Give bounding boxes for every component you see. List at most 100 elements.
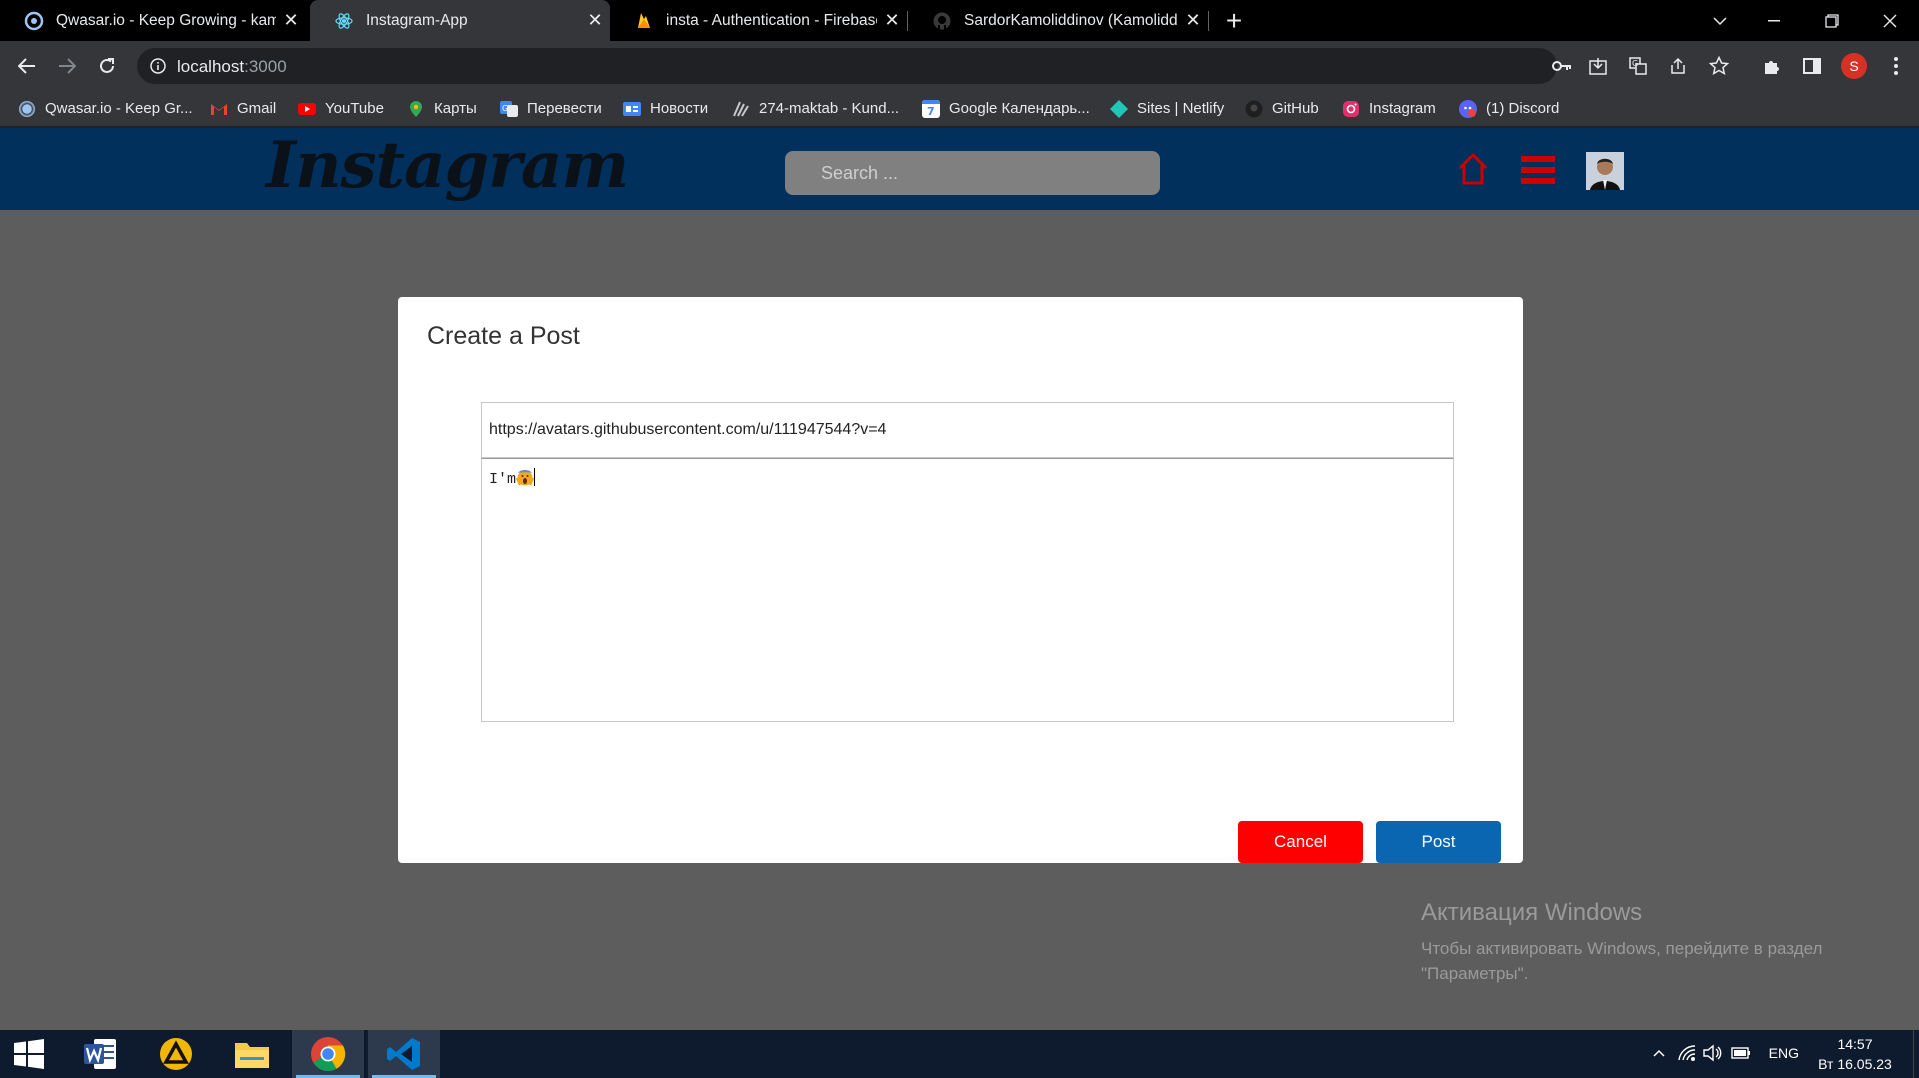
google-calendar-icon: 7 bbox=[922, 99, 940, 118]
install-app-icon[interactable] bbox=[1589, 57, 1607, 75]
text-caret bbox=[534, 468, 536, 486]
minimize-icon[interactable] bbox=[1745, 0, 1803, 41]
github-favicon-icon bbox=[933, 12, 951, 29]
tab-search-chevron-icon[interactable] bbox=[1691, 0, 1749, 41]
tab-github[interactable]: SardorKamoliddinov (Kamoliddin ✕ bbox=[908, 0, 1208, 41]
bookmark-qwasar[interactable]: Qwasar.io - Keep Gr... bbox=[18, 90, 193, 127]
profile-avatar[interactable]: S bbox=[1838, 50, 1870, 82]
svg-text:G: G bbox=[1632, 59, 1638, 68]
home-icon[interactable] bbox=[1456, 152, 1490, 186]
address-bar[interactable]: localhost:3000 G bbox=[137, 48, 1729, 84]
tab-firebase[interactable]: insta - Authentication - Firebase ✕ bbox=[610, 0, 907, 41]
create-post-modal: Create a Post I'm Cancel Post bbox=[398, 297, 1523, 863]
instagram-logo[interactable]: Instagram bbox=[266, 128, 629, 203]
taskbar-vscode[interactable] bbox=[368, 1030, 440, 1078]
windows-logo-icon bbox=[14, 1039, 44, 1069]
clock[interactable]: 14:57 Вт 16.05.23 bbox=[1815, 1034, 1895, 1074]
google-translate-icon: G bbox=[500, 100, 518, 117]
bookmark-274-maktab[interactable]: 274-maktab - Kund... bbox=[732, 90, 899, 127]
cancel-button[interactable]: Cancel bbox=[1238, 821, 1363, 863]
reload-icon[interactable] bbox=[91, 50, 123, 82]
volume-icon[interactable] bbox=[1703, 1044, 1723, 1062]
tab-qwasar[interactable]: Qwasar.io - Keep Growing - kam ✕ bbox=[0, 0, 306, 41]
post-button[interactable]: Post bbox=[1376, 821, 1501, 863]
bookmark-label: Sites | Netlify bbox=[1137, 100, 1225, 117]
taskbar-file-explorer[interactable] bbox=[216, 1030, 288, 1078]
svg-text:G: G bbox=[502, 104, 508, 113]
bookmark-google-calendar[interactable]: 7 Google Календарь... bbox=[922, 90, 1090, 127]
close-tab-icon[interactable]: ✕ bbox=[580, 6, 610, 36]
close-tab-icon[interactable]: ✕ bbox=[877, 6, 907, 36]
app-navbar: Instagram bbox=[0, 128, 1919, 210]
show-hidden-icons-chevron-icon[interactable] bbox=[1653, 1048, 1665, 1058]
start-button[interactable] bbox=[0, 1030, 58, 1078]
restore-icon[interactable] bbox=[1803, 0, 1861, 41]
bookmark-label: (1) Discord bbox=[1486, 100, 1560, 117]
maps-pin-icon bbox=[410, 100, 422, 117]
face-screaming-emoji-icon bbox=[516, 470, 535, 486]
browser-toolbar: localhost:3000 G S bbox=[0, 41, 1919, 90]
bookmark-youtube[interactable]: YouTube bbox=[298, 90, 384, 127]
vscode-icon bbox=[387, 1038, 420, 1070]
github-icon bbox=[1245, 100, 1263, 117]
qwasar-favicon-icon bbox=[24, 11, 44, 30]
bookmark-star-icon[interactable] bbox=[1709, 56, 1729, 76]
image-url-input[interactable] bbox=[481, 402, 1454, 458]
caption-text: I'm bbox=[489, 471, 517, 488]
kundalik-icon bbox=[733, 101, 749, 117]
extensions-icon[interactable] bbox=[1756, 50, 1788, 82]
side-panel-icon[interactable] bbox=[1796, 50, 1828, 82]
battery-icon[interactable] bbox=[1731, 1046, 1751, 1060]
menu-kebab-icon[interactable] bbox=[1880, 50, 1912, 82]
netlify-icon bbox=[1110, 99, 1128, 118]
forward-icon[interactable] bbox=[51, 50, 83, 82]
clock-date: Вт 16.05.23 bbox=[1818, 1056, 1892, 1072]
bookmark-news[interactable]: Новости bbox=[623, 90, 708, 127]
caption-textarea[interactable]: I'm bbox=[481, 458, 1454, 722]
bookmark-instagram[interactable]: Instagram bbox=[1342, 90, 1436, 127]
tab-separator bbox=[1208, 11, 1209, 31]
menu-hamburger-icon[interactable] bbox=[1521, 156, 1555, 184]
modal-title: Create a Post bbox=[427, 322, 580, 350]
taskbar-app-triangle[interactable] bbox=[140, 1030, 212, 1078]
site-info-icon[interactable] bbox=[150, 58, 166, 74]
share-icon[interactable] bbox=[1669, 57, 1687, 75]
tab-title: SardorKamoliddinov (Kamoliddin bbox=[964, 11, 1178, 29]
bookmark-label: YouTube bbox=[325, 100, 384, 117]
svg-text:7: 7 bbox=[927, 105, 935, 118]
discord-icon bbox=[1459, 99, 1477, 118]
user-avatar[interactable] bbox=[1586, 152, 1624, 190]
bookmark-label: Instagram bbox=[1369, 100, 1436, 117]
bookmark-netlify[interactable]: Sites | Netlify bbox=[1110, 90, 1224, 127]
tab-title: insta - Authentication - Firebase bbox=[666, 11, 877, 29]
network-icon[interactable] bbox=[1677, 1044, 1697, 1062]
tab-title: Qwasar.io - Keep Growing - kam bbox=[56, 11, 276, 29]
bookmark-translate[interactable]: G Перевести bbox=[500, 90, 602, 127]
translate-icon[interactable]: G bbox=[1629, 57, 1647, 75]
windows-taskbar: ENG 14:57 Вт 16.05.23 bbox=[0, 1030, 1919, 1078]
close-window-icon[interactable] bbox=[1861, 0, 1919, 41]
triangle-app-icon bbox=[160, 1038, 192, 1070]
taskbar-chrome[interactable] bbox=[292, 1030, 364, 1078]
bookmark-label: Новости bbox=[650, 100, 709, 117]
bookmark-gmail[interactable]: Gmail bbox=[210, 90, 276, 127]
bookmark-maps[interactable]: Карты bbox=[407, 90, 477, 127]
key-icon[interactable] bbox=[1552, 58, 1572, 74]
bookmark-label: Google Календарь... bbox=[949, 100, 1090, 117]
word-icon bbox=[84, 1039, 116, 1069]
tab-instagram-app[interactable]: Instagram-App ✕ bbox=[310, 0, 610, 41]
bookmark-discord[interactable]: (1) Discord bbox=[1459, 90, 1559, 127]
search-input[interactable] bbox=[785, 151, 1160, 195]
back-icon[interactable] bbox=[11, 50, 43, 82]
bookmark-github[interactable]: GitHub bbox=[1245, 90, 1319, 127]
close-tab-icon[interactable]: ✕ bbox=[1178, 6, 1208, 36]
close-tab-icon[interactable]: ✕ bbox=[276, 6, 306, 36]
show-desktop-button[interactable] bbox=[1913, 1030, 1919, 1078]
new-tab-button[interactable]: + bbox=[1218, 5, 1250, 37]
windows-activation-text: Чтобы активировать Windows, перейдите в … bbox=[1421, 939, 1823, 983]
profile-initial: S bbox=[1841, 53, 1867, 79]
url-port: :3000 bbox=[244, 57, 287, 76]
language-indicator[interactable]: ENG bbox=[1769, 1045, 1799, 1061]
taskbar-word[interactable] bbox=[64, 1030, 136, 1078]
instagram-icon bbox=[1343, 100, 1359, 117]
